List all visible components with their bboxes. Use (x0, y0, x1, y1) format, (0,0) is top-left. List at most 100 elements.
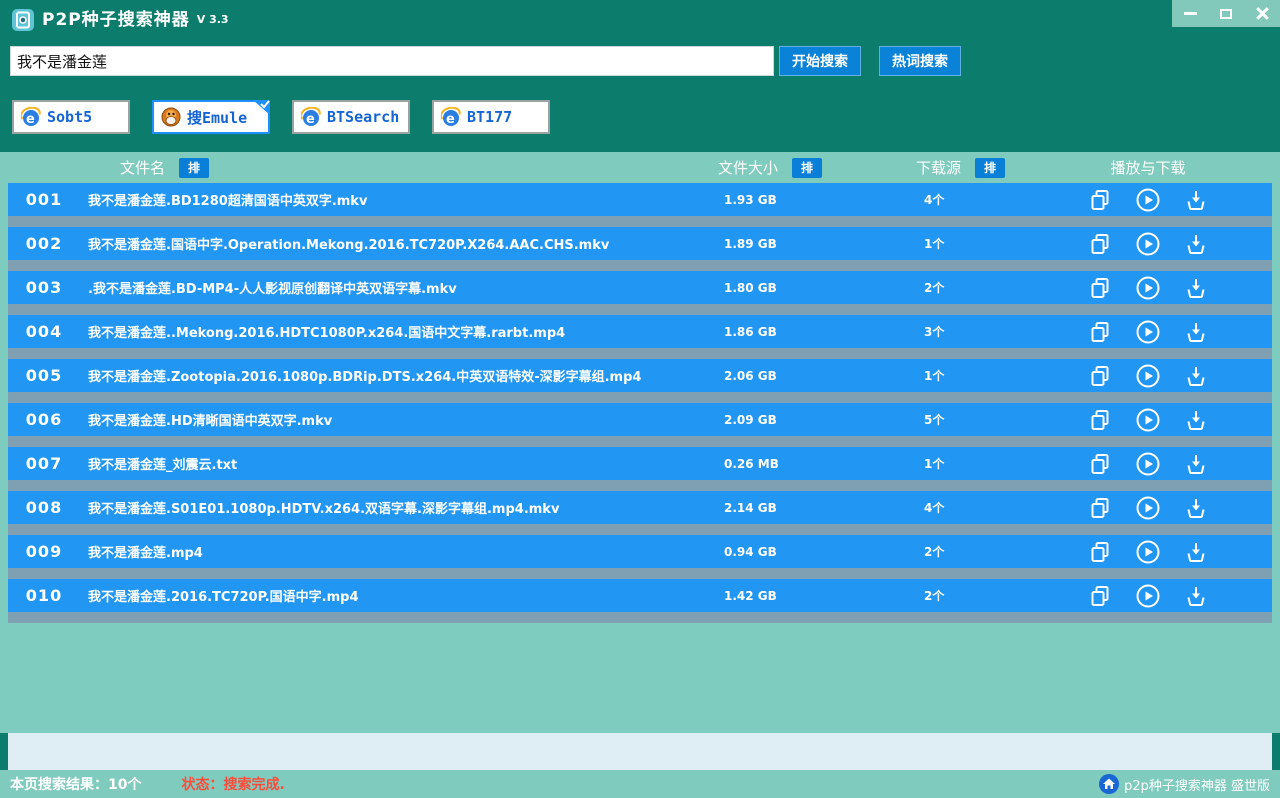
copy-icon (1088, 540, 1112, 564)
row-actions (1072, 275, 1272, 301)
play-icon (1135, 583, 1161, 609)
download-button[interactable] (1183, 319, 1209, 345)
svg-text:e: e (446, 112, 455, 127)
download-button[interactable] (1183, 187, 1209, 213)
copy-button[interactable] (1087, 539, 1113, 565)
row-number: 009 (8, 542, 80, 561)
file-size: 1.42 GB (716, 589, 912, 603)
copy-button[interactable] (1087, 451, 1113, 477)
search-input[interactable] (10, 46, 774, 76)
table-row[interactable]: 002 我不是潘金莲.国语中字.Operation.Mekong.2016.TC… (8, 227, 1272, 271)
copy-icon (1088, 496, 1112, 520)
copy-button[interactable] (1087, 231, 1113, 257)
file-name: 我不是潘金莲.Zootopia.2016.1080p.BDRip.DTS.x26… (80, 366, 716, 385)
file-size: 0.26 MB (716, 457, 912, 471)
download-button[interactable] (1183, 231, 1209, 257)
table-header: 文件名 排 文件大小 排 下载源 排 播放与下载 (0, 152, 1280, 183)
table-row[interactable]: 004 我不是潘金莲..Mekong.2016.HDTC1080P.x264.国… (8, 315, 1272, 359)
table-row[interactable]: 009 我不是潘金莲.mp4 0.94 GB 2个 (8, 535, 1272, 579)
column-header-sources: 下载源 排 (912, 157, 1072, 178)
copy-button[interactable] (1087, 187, 1113, 213)
table-row[interactable]: 005 我不是潘金莲.Zootopia.2016.1080p.BDRip.DTS… (8, 359, 1272, 403)
column-label: 文件大小 (718, 157, 778, 178)
file-name: .我不是潘金莲.BD-MP4-人人影视原创翻译中英双语字幕.mkv (80, 278, 716, 297)
table-row[interactable]: 006 我不是潘金莲.HD清晰国语中英双字.mkv 2.09 GB 5个 (8, 403, 1272, 447)
copy-button[interactable] (1087, 319, 1113, 345)
ie-icon: e (441, 107, 461, 127)
source-count: 4个 (912, 499, 1072, 516)
table-row[interactable]: 003 .我不是潘金莲.BD-MP4-人人影视原创翻译中英双语字幕.mkv 1.… (8, 271, 1272, 315)
copy-button[interactable] (1087, 275, 1113, 301)
play-button[interactable] (1135, 187, 1161, 213)
brand-link[interactable]: p2p种子搜索神器 盛世版 (1099, 774, 1270, 794)
start-search-button[interactable]: 开始搜索 (779, 46, 861, 76)
file-size: 2.09 GB (716, 413, 912, 427)
selected-check-icon (253, 100, 270, 115)
row-actions (1072, 187, 1272, 213)
results-empty-area (0, 733, 1280, 770)
close-icon (1256, 7, 1269, 20)
play-button[interactable] (1135, 275, 1161, 301)
download-button[interactable] (1183, 451, 1209, 477)
tab-emule[interactable]: 搜Emule (152, 100, 270, 134)
sort-by-sources-button[interactable]: 排 (975, 158, 1005, 178)
play-icon (1135, 275, 1161, 301)
play-button[interactable] (1135, 231, 1161, 257)
svg-text:e: e (306, 112, 315, 127)
row-actions (1072, 407, 1272, 433)
tab-sobt5[interactable]: e Sobt5 (12, 100, 130, 134)
table-row[interactable]: 008 我不是潘金莲.S01E01.1080p.HDTV.x264.双语字幕.深… (8, 491, 1272, 535)
copy-icon (1088, 452, 1112, 476)
table-row[interactable]: 001 我不是潘金莲.BD1280超清国语中英双字.mkv 1.93 GB 4个 (8, 183, 1272, 227)
copy-button[interactable] (1087, 363, 1113, 389)
source-count: 2个 (912, 543, 1072, 560)
source-count: 2个 (912, 279, 1072, 296)
maximize-button[interactable] (1208, 0, 1244, 27)
file-size: 2.06 GB (716, 369, 912, 383)
row-number: 006 (8, 410, 80, 429)
download-icon (1184, 232, 1208, 256)
download-button[interactable] (1183, 495, 1209, 521)
copy-icon (1088, 320, 1112, 344)
source-count: 2个 (912, 587, 1072, 604)
row-number: 008 (8, 498, 80, 517)
play-button[interactable] (1135, 539, 1161, 565)
copy-button[interactable] (1087, 407, 1113, 433)
file-name: 我不是潘金莲.国语中字.Operation.Mekong.2016.TC720P… (80, 234, 716, 253)
hot-words-button[interactable]: 热词搜索 (879, 46, 961, 76)
play-button[interactable] (1135, 407, 1161, 433)
play-button[interactable] (1135, 319, 1161, 345)
sort-by-size-button[interactable]: 排 (792, 158, 822, 178)
file-name: 我不是潘金莲.S01E01.1080p.HDTV.x264.双语字幕.深影字幕组… (80, 498, 716, 517)
play-button[interactable] (1135, 363, 1161, 389)
table-row[interactable]: 007 我不是潘金莲_刘震云.txt 0.26 MB 1个 (8, 447, 1272, 491)
copy-button[interactable] (1087, 583, 1113, 609)
row-number: 005 (8, 366, 80, 385)
table-row[interactable]: 010 我不是潘金莲.2016.TC720P.国语中字.mp4 1.42 GB … (8, 579, 1272, 623)
download-button[interactable] (1183, 539, 1209, 565)
file-name: 我不是潘金莲.HD清晰国语中英双字.mkv (80, 410, 716, 429)
window-controls (1172, 0, 1280, 27)
file-name: 我不是潘金莲..Mekong.2016.HDTC1080P.x264.国语中文字… (80, 322, 716, 341)
close-button[interactable] (1244, 0, 1280, 27)
tab-btsearch[interactable]: e BTSearch (292, 100, 410, 134)
play-button[interactable] (1135, 495, 1161, 521)
brand-text: p2p种子搜索神器 盛世版 (1124, 775, 1270, 794)
download-button[interactable] (1183, 407, 1209, 433)
download-button[interactable] (1183, 583, 1209, 609)
play-button[interactable] (1135, 451, 1161, 477)
tab-bt177[interactable]: e BT177 (432, 100, 550, 134)
play-icon (1135, 539, 1161, 565)
download-icon (1184, 584, 1208, 608)
play-button[interactable] (1135, 583, 1161, 609)
minimize-button[interactable] (1172, 0, 1208, 27)
row-number: 004 (8, 322, 80, 341)
row-actions (1072, 451, 1272, 477)
download-icon (1184, 276, 1208, 300)
sort-by-name-button[interactable]: 排 (179, 158, 209, 178)
file-name: 我不是潘金莲.mp4 (80, 542, 716, 561)
download-button[interactable] (1183, 363, 1209, 389)
download-button[interactable] (1183, 275, 1209, 301)
copy-button[interactable] (1087, 495, 1113, 521)
play-icon (1135, 363, 1161, 389)
